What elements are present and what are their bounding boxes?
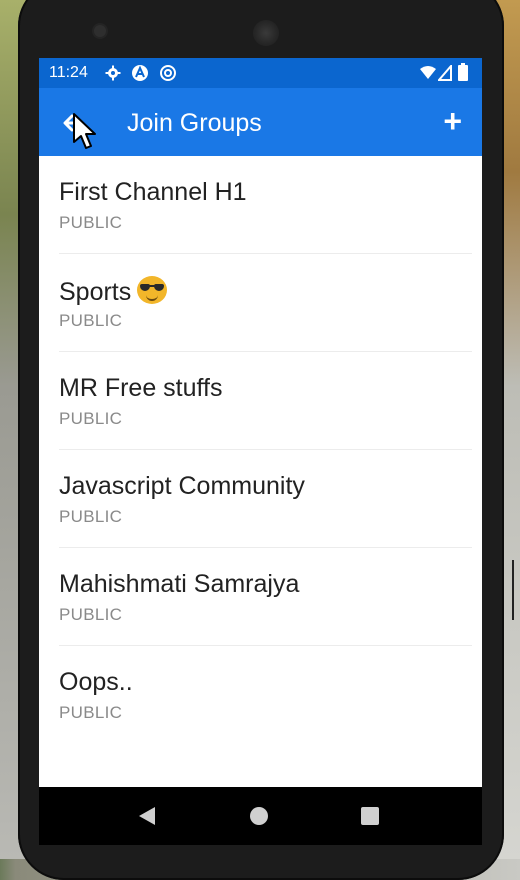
app-bar: Join Groups + [39, 88, 482, 156]
group-list-item[interactable]: First Channel H1 PUBLIC [59, 156, 472, 254]
group-visibility: PUBLIC [59, 311, 123, 330]
mouse-cursor-icon [73, 113, 96, 149]
page-title: Join Groups [127, 109, 262, 137]
sunglasses-emoji-icon [137, 276, 168, 304]
group-visibility: PUBLIC [59, 605, 123, 624]
front-camera [94, 25, 106, 37]
app-a-icon [132, 65, 148, 81]
group-list-item[interactable]: Sports PUBLIC [59, 254, 472, 352]
nav-back-icon[interactable] [139, 807, 155, 825]
status-bar: 11:24 [39, 58, 482, 88]
app-screen: 11:24 Join Groups + First Channel H1 PUB… [39, 58, 482, 845]
navigation-bar [39, 787, 482, 845]
group-name: Sports [59, 278, 132, 306]
background-divider [512, 560, 514, 620]
group-visibility: PUBLIC [59, 703, 123, 722]
signal-icon [438, 65, 452, 81]
groups-list: First Channel H1 PUBLIC Sports PUBLIC MR… [39, 156, 482, 743]
nav-home-icon[interactable] [250, 807, 268, 825]
group-name: Javascript Community [59, 472, 305, 500]
group-visibility: PUBLIC [59, 213, 123, 232]
group-list-item[interactable]: Mahishmati Samrajya PUBLIC [59, 548, 472, 646]
settings-gear-icon [105, 65, 121, 81]
group-visibility: PUBLIC [59, 409, 123, 428]
earpiece-speaker [253, 20, 279, 46]
group-name: Mahishmati Samrajya [59, 570, 300, 598]
sync-circle-icon [160, 65, 176, 81]
group-visibility: PUBLIC [59, 507, 123, 526]
wifi-icon [420, 66, 436, 79]
battery-icon [458, 63, 468, 81]
group-name: First Channel H1 [59, 178, 247, 206]
group-name: MR Free stuffs [59, 374, 223, 402]
group-list-item[interactable]: Oops.. PUBLIC [59, 646, 472, 743]
group-list-item[interactable]: Javascript Community PUBLIC [59, 450, 472, 548]
group-name-row: Sports [59, 276, 168, 307]
status-time: 11:24 [49, 64, 88, 81]
group-list-item[interactable]: MR Free stuffs PUBLIC [59, 352, 472, 450]
nav-recents-icon[interactable] [361, 807, 379, 825]
add-group-button[interactable]: + [443, 104, 462, 138]
group-name: Oops.. [59, 668, 133, 696]
